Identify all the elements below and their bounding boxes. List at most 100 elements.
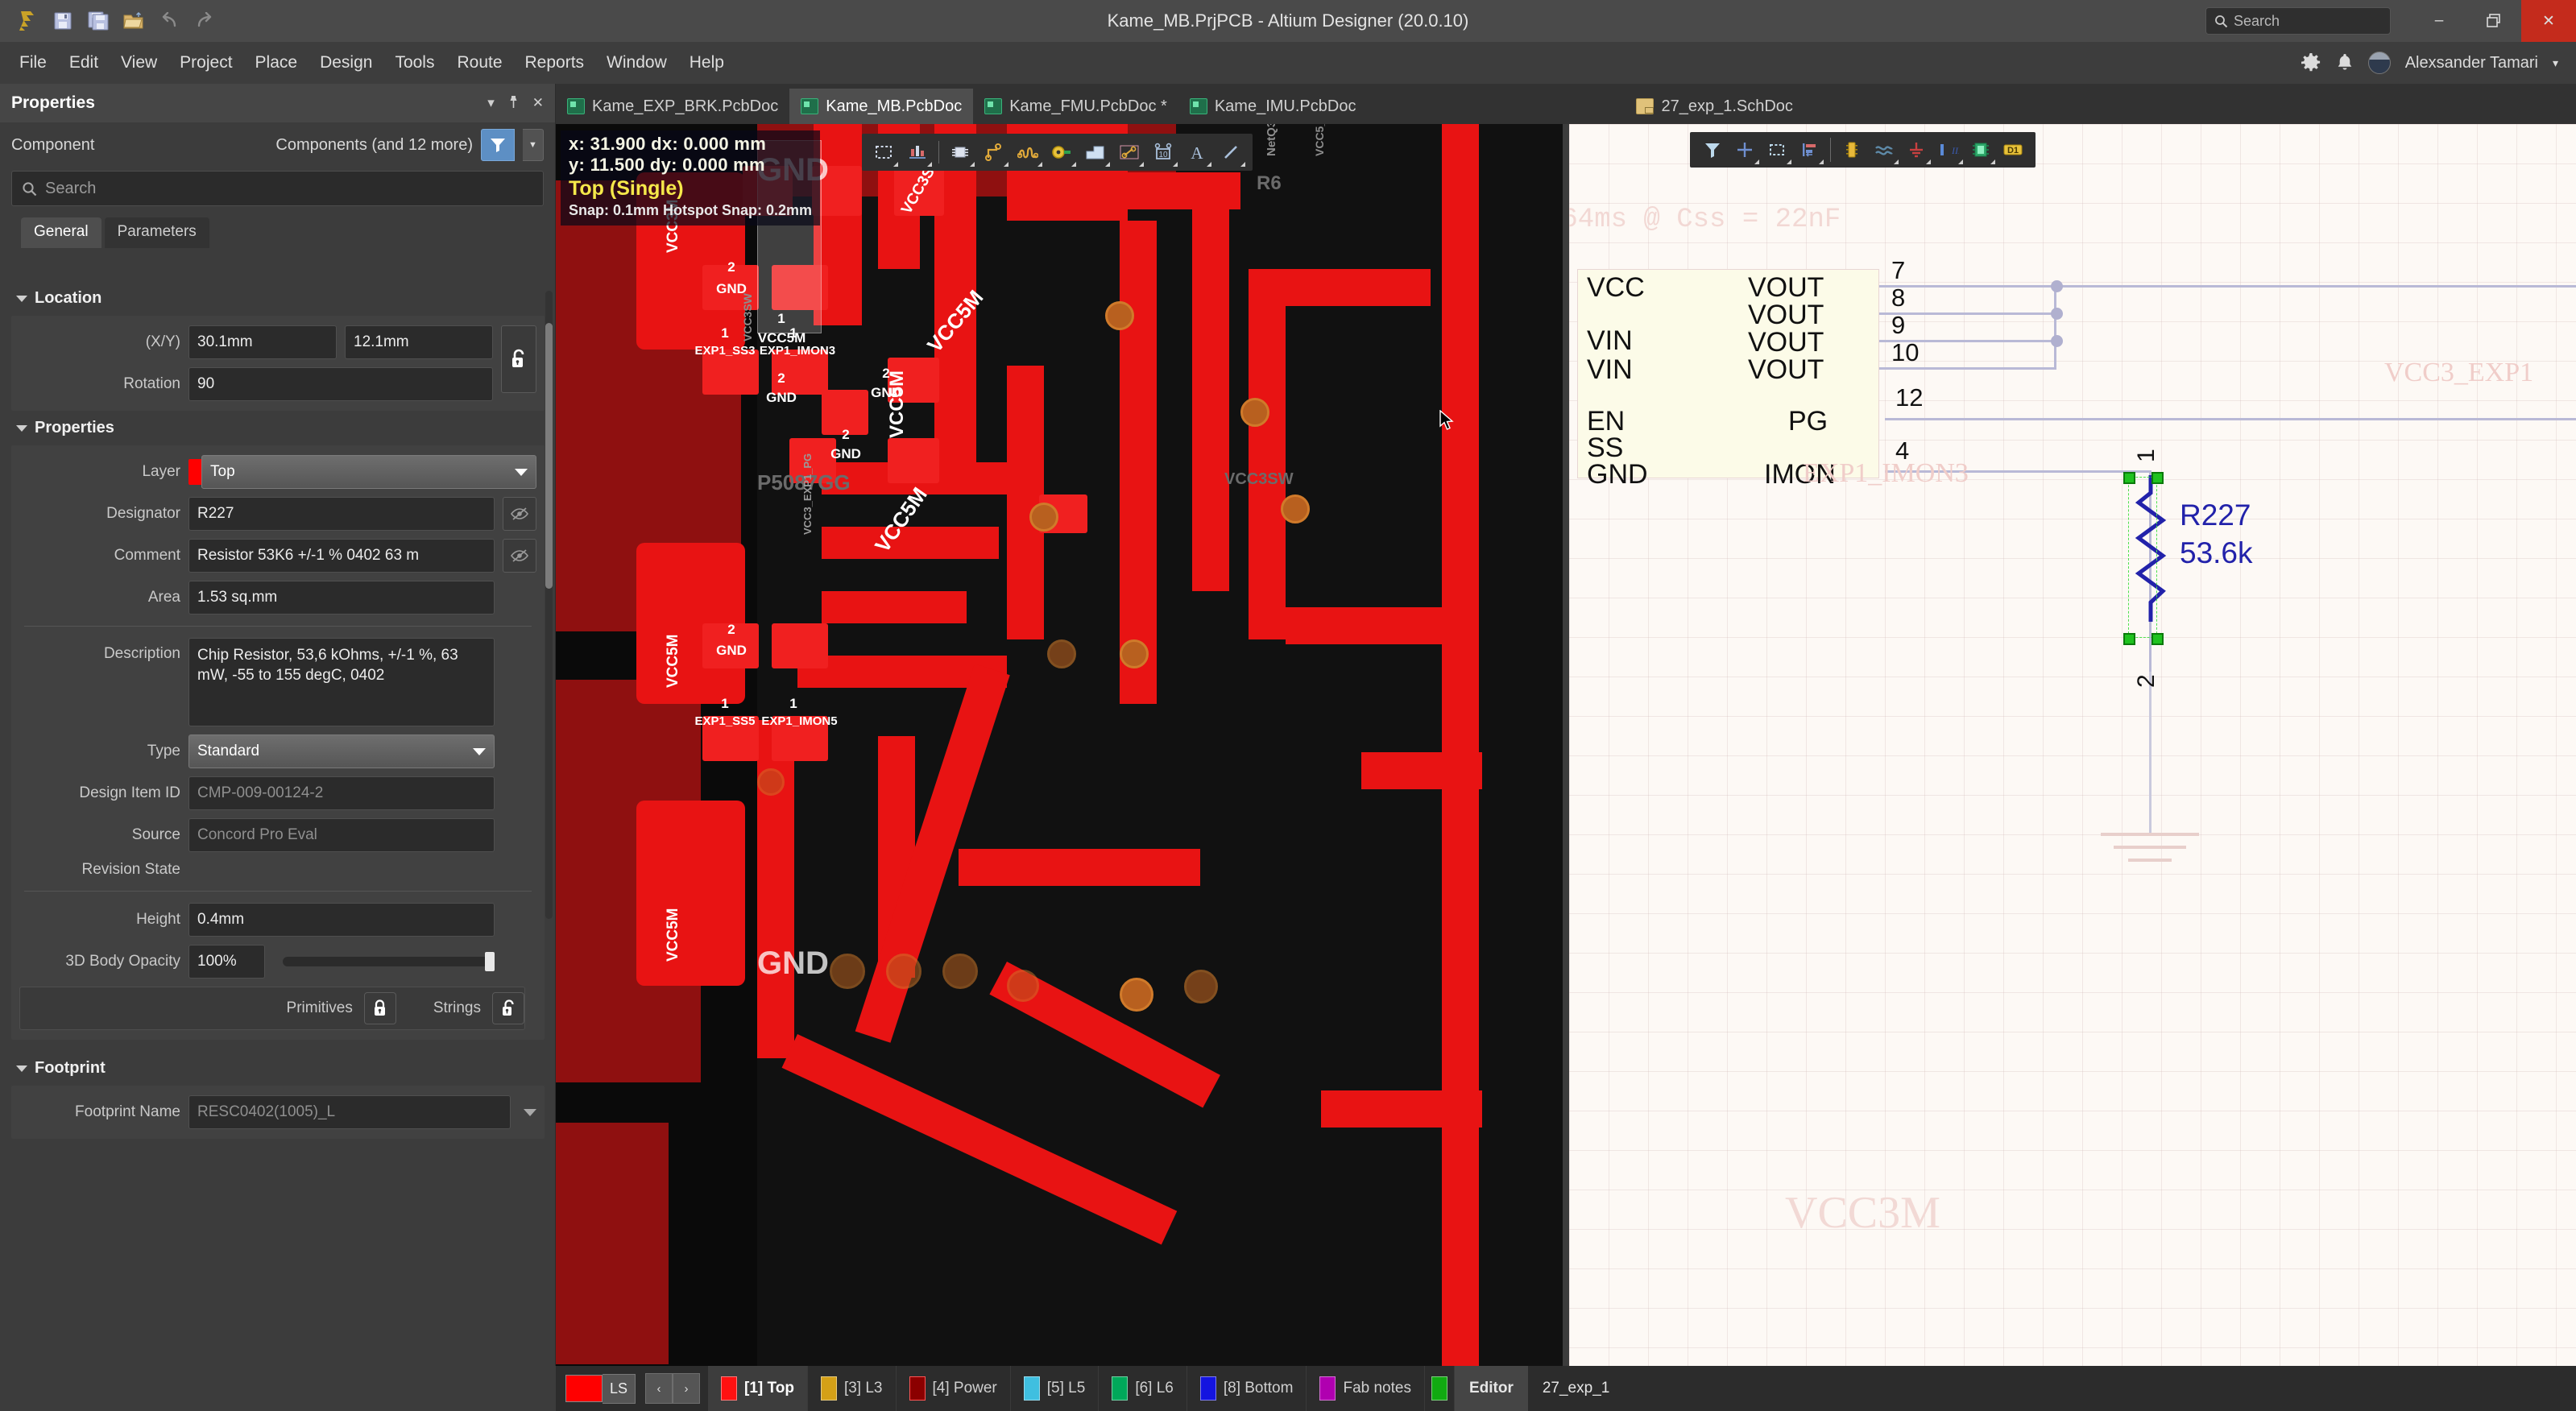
x-input[interactable]: 30.1mm — [188, 325, 337, 359]
user-menu-caret-icon[interactable]: ▾ — [2553, 56, 2558, 70]
sch-selection-handle[interactable] — [2123, 472, 2135, 484]
interactive-length-tune-icon[interactable] — [1011, 135, 1045, 169]
global-search-input[interactable]: Search — [2205, 7, 2391, 35]
doc-tab-kame-mb[interactable]: Kame_MB.PcbDoc — [789, 89, 973, 124]
panel-scrollbar-thumb[interactable] — [545, 323, 553, 589]
layer-tab-l5[interactable]: [5] L5 — [1011, 1366, 1100, 1411]
menu-reports[interactable]: Reports — [514, 48, 596, 77]
layer-tab-l6[interactable]: [6] L6 — [1099, 1366, 1187, 1411]
menu-help[interactable]: Help — [678, 48, 735, 77]
polygon-pour-icon[interactable] — [1079, 135, 1112, 169]
open-icon[interactable] — [118, 6, 150, 36]
tab-parameters[interactable]: Parameters — [105, 217, 209, 248]
select-area-icon[interactable] — [1761, 134, 1793, 166]
primitives-lock-icon[interactable] — [364, 992, 396, 1024]
menu-file[interactable]: File — [8, 48, 58, 77]
layer-next-arrow-icon[interactable]: › — [673, 1373, 700, 1404]
menu-project[interactable]: Project — [168, 48, 243, 77]
via-icon[interactable] — [1045, 135, 1079, 169]
component-icon[interactable] — [943, 135, 977, 169]
undo-icon[interactable] — [153, 6, 185, 36]
line-icon[interactable] — [1214, 135, 1248, 169]
height-input[interactable]: 0.4mm — [188, 903, 495, 937]
panel-pin-icon[interactable] — [507, 95, 520, 111]
layer-tab-bottom[interactable]: [8] Bottom — [1187, 1366, 1307, 1411]
opacity-value[interactable]: 100% — [188, 945, 265, 979]
comment-input[interactable]: Resistor 53K6 +/-1 % 0402 63 m — [188, 539, 495, 573]
menu-tools[interactable]: Tools — [383, 48, 445, 77]
doc-tab-kame-imu[interactable]: Kame_IMU.PcbDoc — [1178, 89, 1368, 124]
place-sheet-symbol-icon[interactable] — [1965, 134, 1997, 166]
y-input[interactable]: 12.1mm — [345, 325, 493, 359]
doc-tab-kame-exp-brk[interactable]: Kame_EXP_BRK.PcbDoc — [556, 89, 789, 124]
opacity-slider[interactable] — [283, 957, 495, 966]
strings-unlock-icon[interactable] — [492, 992, 524, 1024]
menu-place[interactable]: Place — [244, 48, 309, 77]
layer-tab-l3[interactable]: [3] L3 — [808, 1366, 897, 1411]
gear-icon[interactable] — [2301, 52, 2321, 73]
section-header-footprint[interactable]: Footprint — [0, 1051, 556, 1086]
comment-visibility-icon[interactable] — [503, 539, 536, 573]
place-designator-icon[interactable]: D1 — [1997, 134, 2029, 166]
menu-window[interactable]: Window — [595, 48, 678, 77]
board-insight-icon[interactable] — [901, 135, 934, 169]
section-header-properties[interactable]: Properties — [0, 411, 556, 445]
location-unlock-icon[interactable] — [501, 325, 536, 393]
search-input[interactable]: Search — [11, 171, 544, 206]
align-icon[interactable] — [1793, 134, 1825, 166]
opacity-slider-knob[interactable] — [485, 952, 495, 971]
close-button[interactable]: ✕ — [2521, 0, 2576, 42]
save-all-icon[interactable] — [82, 6, 114, 36]
bell-icon[interactable] — [2336, 52, 2354, 73]
editor-tab-27-exp-1[interactable]: 27_exp_1 — [1528, 1366, 1624, 1411]
place-wire-icon[interactable] — [1868, 134, 1900, 166]
doc-tab-kame-fmu[interactable]: Kame_FMU.PcbDoc * — [973, 89, 1178, 124]
menu-view[interactable]: View — [110, 48, 168, 77]
layer-prev-arrow-icon[interactable]: ‹ — [645, 1373, 673, 1404]
schematic-canvas[interactable]: .64ms @ Css = 22nF 31 VCC VIN VIN EN SS … — [1569, 124, 2576, 1366]
type-select[interactable]: Standard — [188, 734, 495, 768]
designator-input[interactable]: R227 — [188, 497, 495, 531]
redo-icon[interactable] — [188, 6, 221, 36]
doc-tab-27-exp-1[interactable]: 27_exp_1.SchDoc — [1625, 89, 1804, 124]
pcb-canvas[interactable]: GND GND VCC3M VCC5M VCC5M VCC3SW VCC5M V… — [556, 124, 1563, 1366]
crosshair-icon[interactable] — [1729, 134, 1761, 166]
sch-selection-handle[interactable] — [2123, 633, 2135, 645]
place-part-icon[interactable] — [1836, 134, 1868, 166]
section-header-location[interactable]: Location — [0, 281, 556, 316]
rotation-input[interactable]: 90 — [188, 367, 493, 401]
layer-select[interactable]: Top — [201, 455, 536, 489]
tab-general[interactable]: General — [21, 217, 101, 248]
place-port-icon[interactable]: III — [1932, 134, 1965, 166]
place-gnd-icon[interactable] — [1900, 134, 1932, 166]
layer-set-selector[interactable]: LS — [565, 1374, 636, 1404]
avatar[interactable] — [2368, 52, 2391, 74]
coordinate-icon[interactable]: 10 — [1146, 135, 1180, 169]
save-icon[interactable] — [47, 6, 79, 36]
altium-logo-icon[interactable] — [11, 6, 43, 36]
layer-tab-power[interactable]: [4] Power — [897, 1366, 1011, 1411]
layer-tab-extra[interactable] — [1425, 1366, 1455, 1411]
filter-dropdown-caret-icon[interactable]: ▼ — [523, 129, 544, 161]
footprint-chevron-down-icon[interactable] — [524, 1109, 536, 1116]
panel-close-icon[interactable]: ✕ — [532, 95, 544, 111]
layer-tab-fab-notes[interactable]: Fab notes — [1307, 1366, 1425, 1411]
filter-icon[interactable] — [1696, 134, 1729, 166]
sch-selection-handle[interactable] — [2151, 633, 2164, 645]
text-icon[interactable]: A — [1180, 135, 1214, 169]
dimension-icon[interactable] — [1112, 135, 1146, 169]
minimize-button[interactable]: – — [2412, 0, 2466, 42]
restore-button[interactable] — [2466, 0, 2521, 42]
menu-edit[interactable]: Edit — [58, 48, 110, 77]
menu-route[interactable]: Route — [445, 48, 513, 77]
editor-tab-editor[interactable]: Editor — [1455, 1366, 1528, 1411]
layer-tab-top[interactable]: [1] Top — [708, 1366, 808, 1411]
sch-selection-handle[interactable] — [2151, 472, 2164, 484]
description-input[interactable]: Chip Resistor, 53,6 kOhms, +/-1 %, 63 mW… — [188, 638, 495, 726]
route-icon[interactable] — [977, 135, 1011, 169]
menu-design[interactable]: Design — [309, 48, 383, 77]
panel-menu-caret-icon[interactable]: ▾ — [487, 95, 495, 111]
panel-scrollbar[interactable] — [545, 291, 553, 919]
select-area-icon[interactable] — [867, 135, 901, 169]
filter-icon[interactable] — [481, 129, 515, 161]
